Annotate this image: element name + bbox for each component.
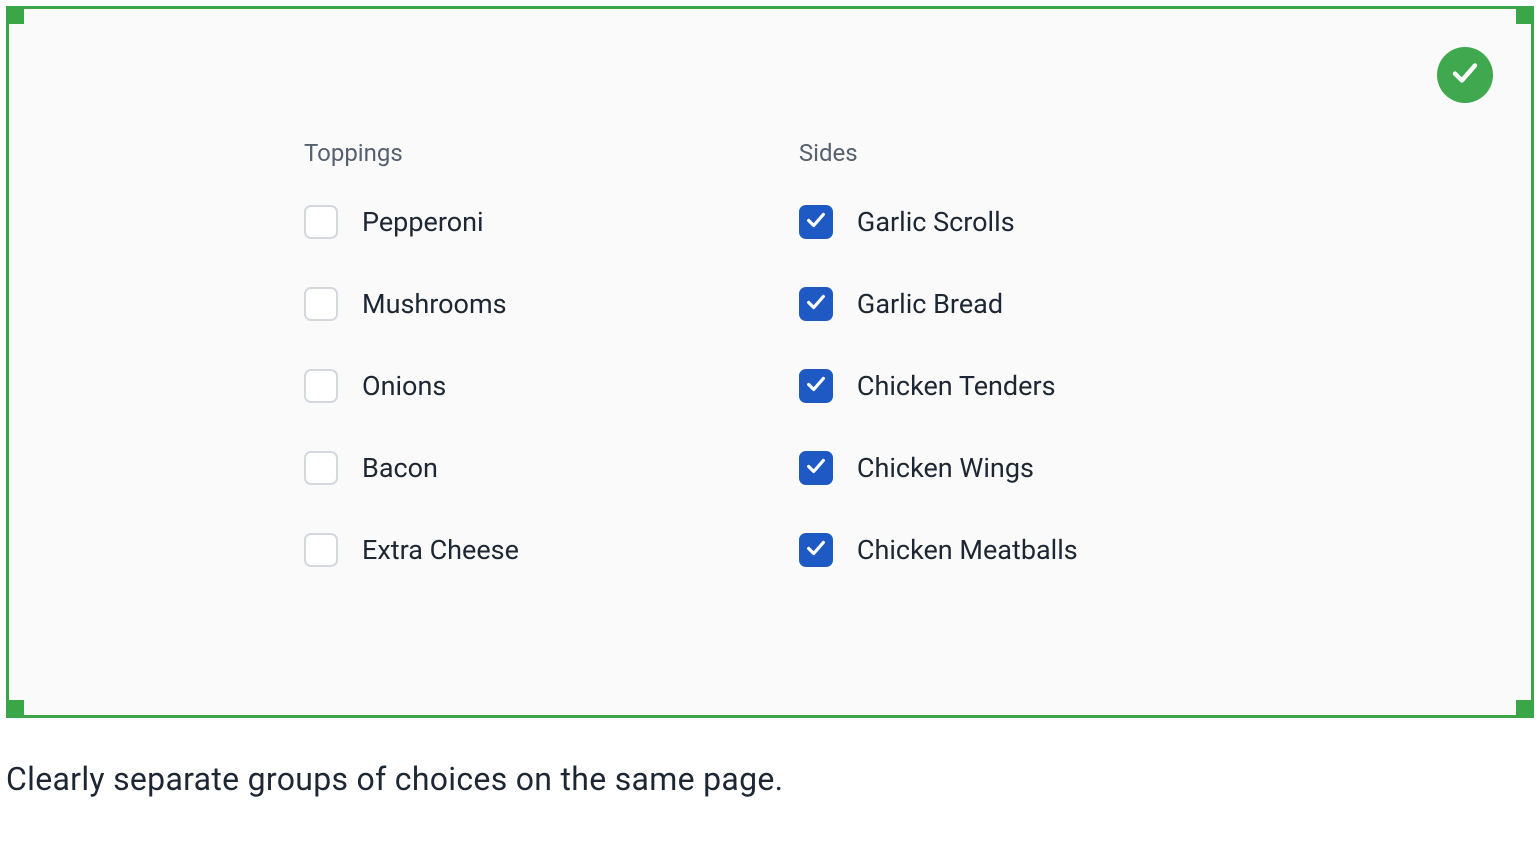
option-label: Mushrooms (362, 288, 507, 320)
option-label: Bacon (362, 452, 438, 484)
checkbox-garlic-bread[interactable] (799, 287, 833, 321)
option-label: Chicken Tenders (857, 370, 1056, 402)
content-columns: Toppings Pepperoni Mushrooms Onions Baco… (9, 9, 1531, 615)
checkbox-chicken-tenders[interactable] (799, 369, 833, 403)
checkbox-bacon[interactable] (304, 451, 338, 485)
checkbox-chicken-wings[interactable] (799, 451, 833, 485)
frame-handle-bottom-right (1516, 700, 1532, 716)
checkbox-pepperoni[interactable] (304, 205, 338, 239)
check-icon (805, 537, 827, 563)
option-row[interactable]: Bacon (304, 451, 519, 485)
group-heading-sides: Sides (799, 139, 1078, 167)
option-row[interactable]: Onions (304, 369, 519, 403)
group-sides: Sides Garlic Scrolls Garlic Bread (799, 139, 1078, 615)
option-label: Garlic Scrolls (857, 206, 1015, 238)
check-icon (1450, 58, 1480, 92)
option-row[interactable]: Pepperoni (304, 205, 519, 239)
option-row[interactable]: Garlic Scrolls (799, 205, 1078, 239)
frame-handle-top-right (1516, 8, 1532, 24)
option-row[interactable]: Chicken Meatballs (799, 533, 1078, 567)
option-row[interactable]: Mushrooms (304, 287, 519, 321)
frame-handle-top-left (8, 8, 24, 24)
group-heading-toppings: Toppings (304, 139, 519, 167)
option-label: Garlic Bread (857, 288, 1003, 320)
option-row[interactable]: Extra Cheese (304, 533, 519, 567)
option-row[interactable]: Chicken Wings (799, 451, 1078, 485)
option-row[interactable]: Chicken Tenders (799, 369, 1078, 403)
option-row[interactable]: Garlic Bread (799, 287, 1078, 321)
checkbox-onions[interactable] (304, 369, 338, 403)
example-frame: Toppings Pepperoni Mushrooms Onions Baco… (6, 6, 1534, 718)
checkbox-mushrooms[interactable] (304, 287, 338, 321)
checkbox-garlic-scrolls[interactable] (799, 205, 833, 239)
option-label: Pepperoni (362, 206, 484, 238)
checkbox-extra-cheese[interactable] (304, 533, 338, 567)
check-icon (805, 373, 827, 399)
option-label: Chicken Meatballs (857, 534, 1078, 566)
option-label: Onions (362, 370, 446, 402)
check-icon (805, 455, 827, 481)
check-icon (805, 209, 827, 235)
group-toppings: Toppings Pepperoni Mushrooms Onions Baco… (304, 139, 519, 615)
checkbox-chicken-meatballs[interactable] (799, 533, 833, 567)
caption-text: Clearly separate groups of choices on th… (6, 760, 783, 798)
option-label: Chicken Wings (857, 452, 1034, 484)
check-icon (805, 291, 827, 317)
success-badge (1437, 47, 1493, 103)
frame-handle-bottom-left (8, 700, 24, 716)
option-label: Extra Cheese (362, 534, 519, 566)
